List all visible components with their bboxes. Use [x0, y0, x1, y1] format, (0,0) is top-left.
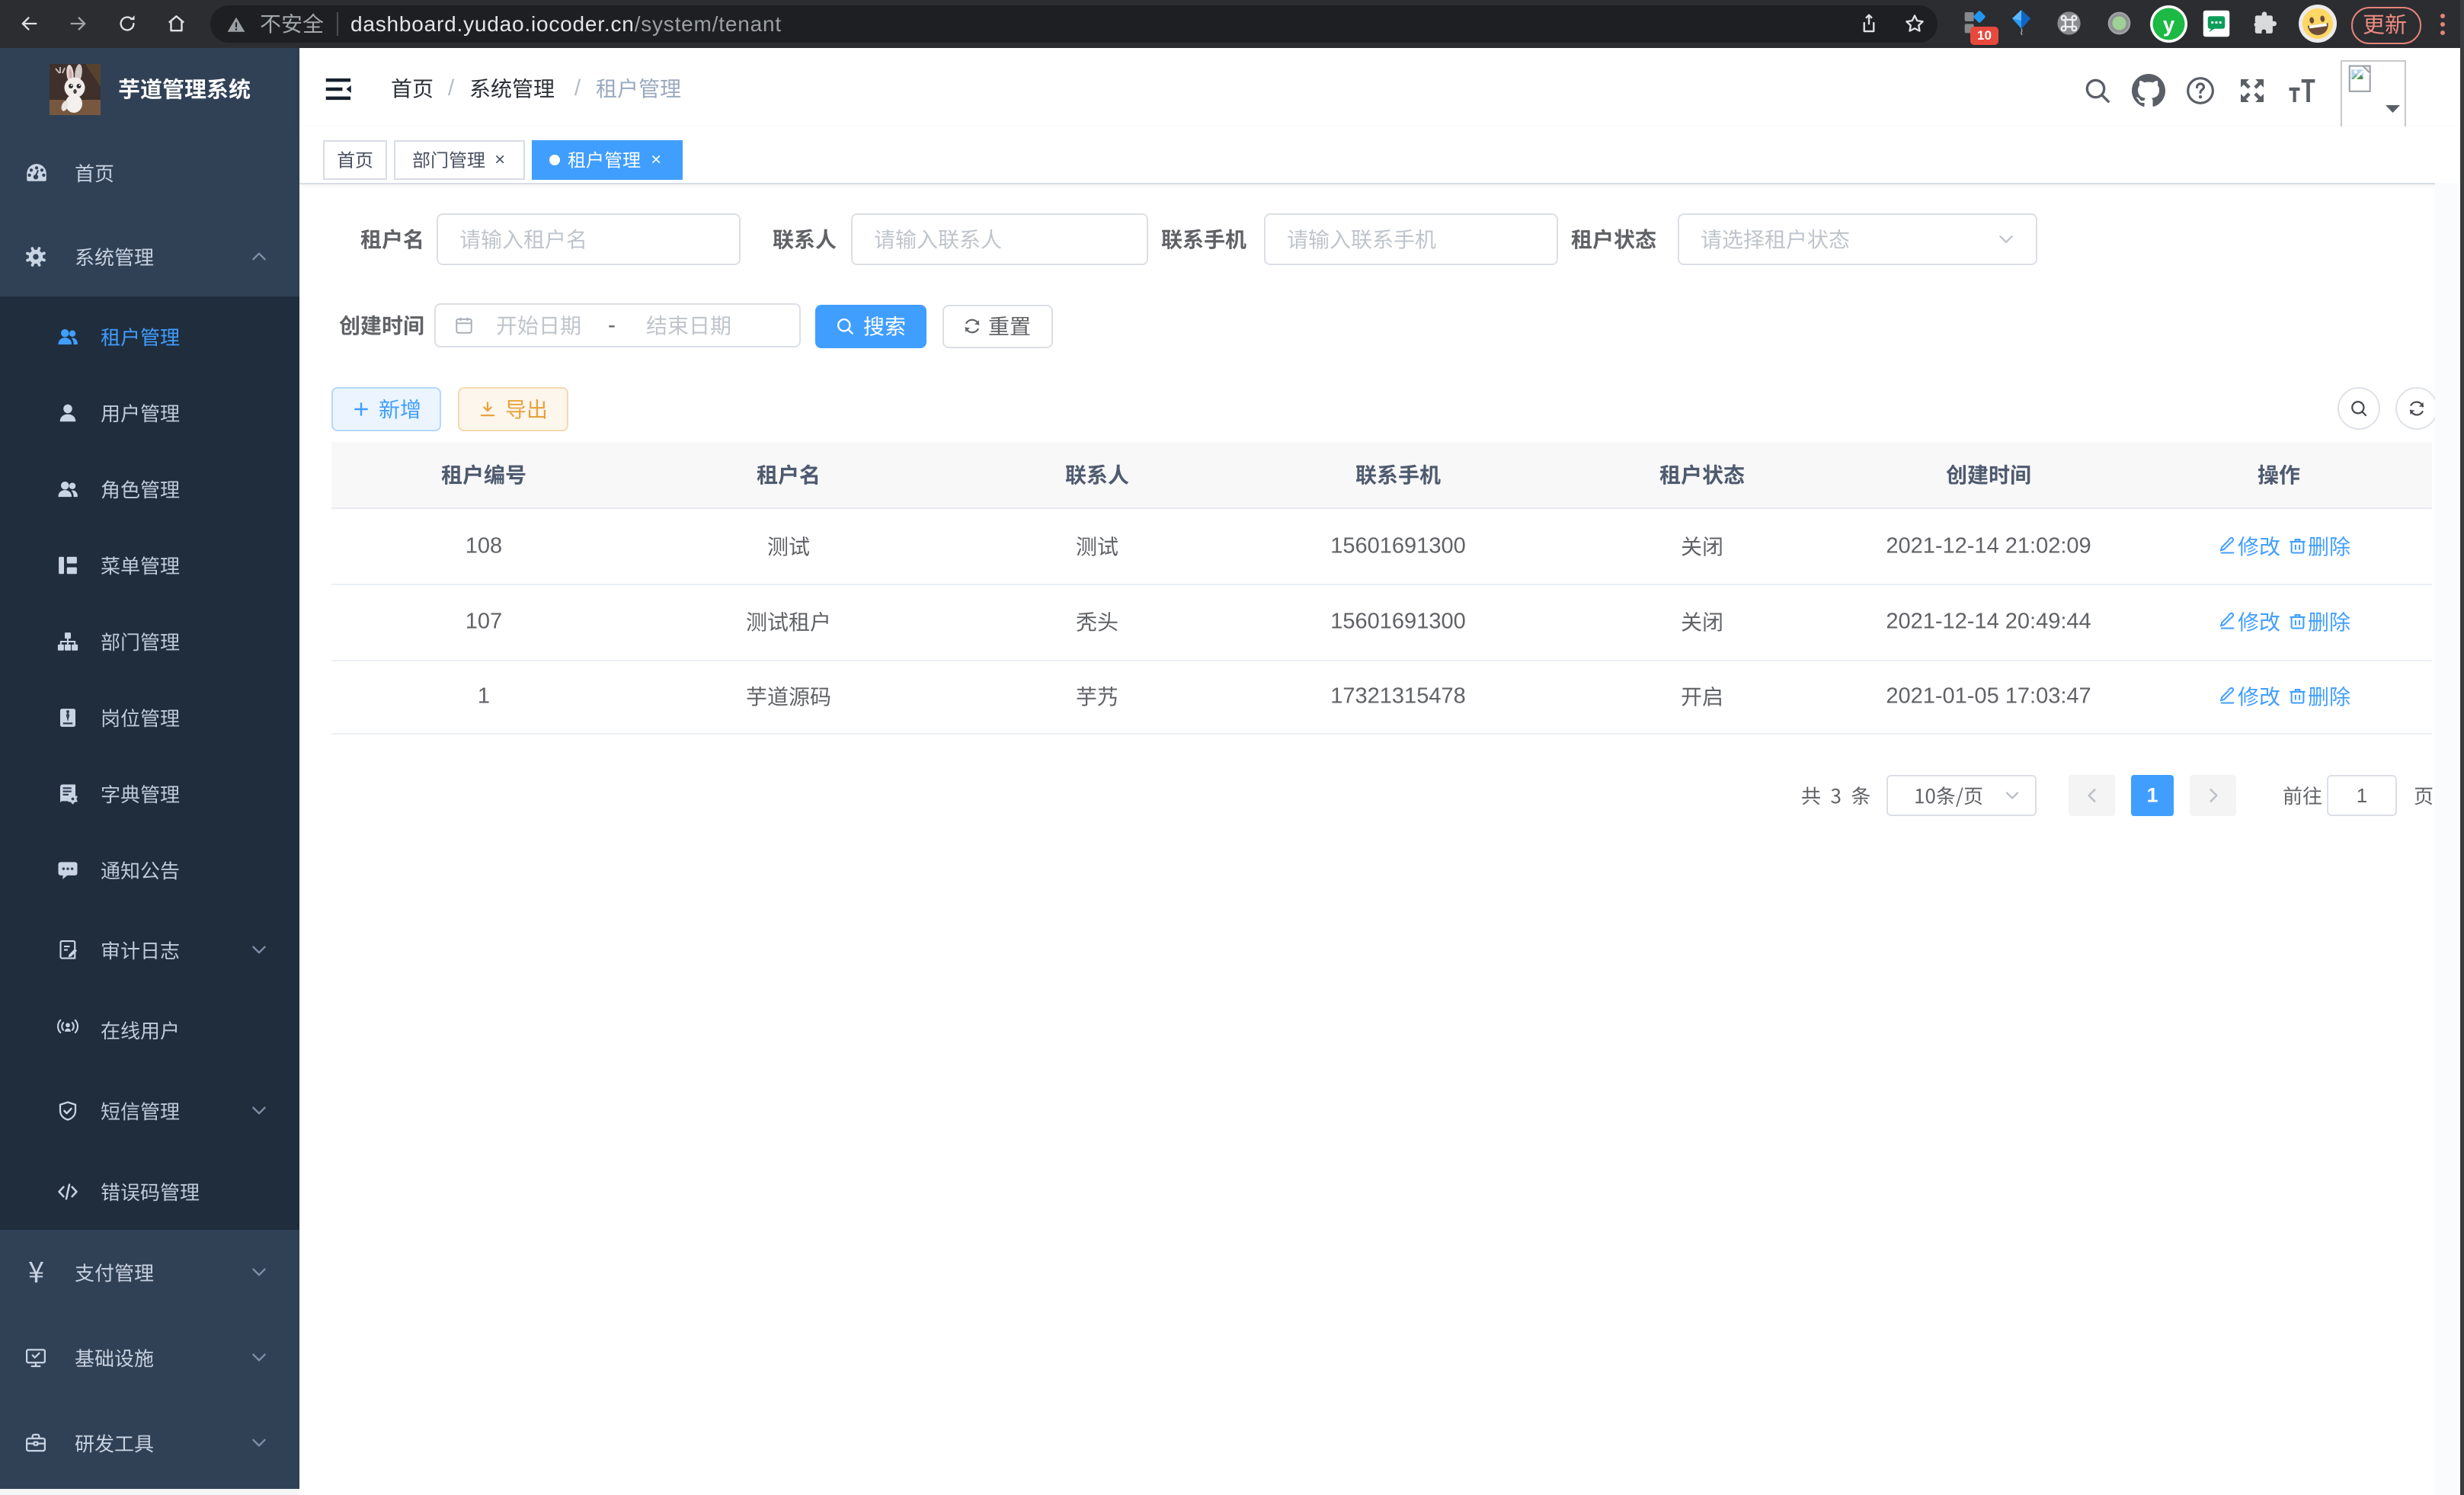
svg-text:y: y: [2163, 13, 2175, 37]
